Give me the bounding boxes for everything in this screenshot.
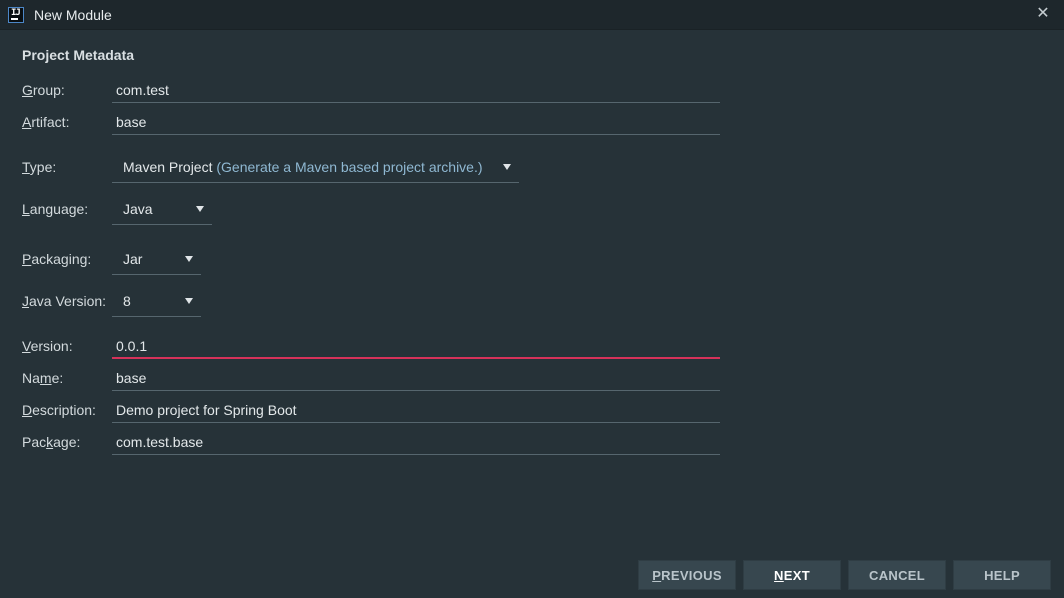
previous-button[interactable]: PREVIOUS — [638, 560, 736, 590]
chevron-down-icon — [196, 206, 204, 212]
package-field[interactable]: com.test.base — [112, 431, 720, 455]
java-version-label: Java Version: — [22, 293, 107, 309]
language-dropdown[interactable]: Java — [112, 195, 212, 225]
artifact-label: Artifact: — [22, 114, 70, 130]
window-title: New Module — [34, 7, 112, 23]
name-label: Name: — [22, 370, 64, 386]
type-hint: (Generate a Maven based project archive.… — [212, 159, 483, 175]
chevron-down-icon — [185, 298, 193, 304]
help-button[interactable]: HELP — [953, 560, 1051, 590]
section-title: Project Metadata — [22, 47, 135, 63]
language-label: Language: — [22, 201, 89, 217]
java-version-value: 8 — [123, 293, 131, 309]
packaging-dropdown[interactable]: Jar — [112, 245, 201, 275]
type-value: Maven Project — [123, 159, 213, 175]
java-version-dropdown[interactable]: 8 — [112, 287, 201, 317]
name-field[interactable]: base — [112, 367, 720, 391]
package-label: Package: — [22, 434, 81, 450]
packaging-value: Jar — [123, 251, 143, 267]
description-field[interactable]: Demo project for Spring Boot — [112, 399, 720, 423]
new-module-dialog: IJ New Module ✕ Project Metadata Group: … — [0, 0, 1064, 598]
version-label: Version: — [22, 338, 73, 354]
artifact-field[interactable]: base — [112, 111, 720, 135]
language-value: Java — [123, 201, 153, 217]
chevron-down-icon — [185, 256, 193, 262]
title-bar: IJ New Module ✕ — [0, 0, 1064, 30]
intellij-idea-icon: IJ — [8, 7, 24, 23]
close-icon[interactable]: ✕ — [1032, 3, 1054, 25]
type-label: Type: — [22, 159, 57, 175]
description-label: Description: — [22, 402, 96, 418]
next-button[interactable]: NEXT — [743, 560, 841, 590]
packaging-label: Packaging: — [22, 251, 92, 267]
chevron-down-icon — [503, 164, 511, 170]
version-field[interactable]: 0.0.1 — [112, 335, 720, 359]
type-dropdown[interactable]: Maven Project (Generate a Maven based pr… — [112, 153, 519, 183]
group-label: Group: — [22, 82, 65, 98]
group-field[interactable]: com.test — [112, 79, 720, 103]
cancel-button[interactable]: CANCEL — [848, 560, 946, 590]
